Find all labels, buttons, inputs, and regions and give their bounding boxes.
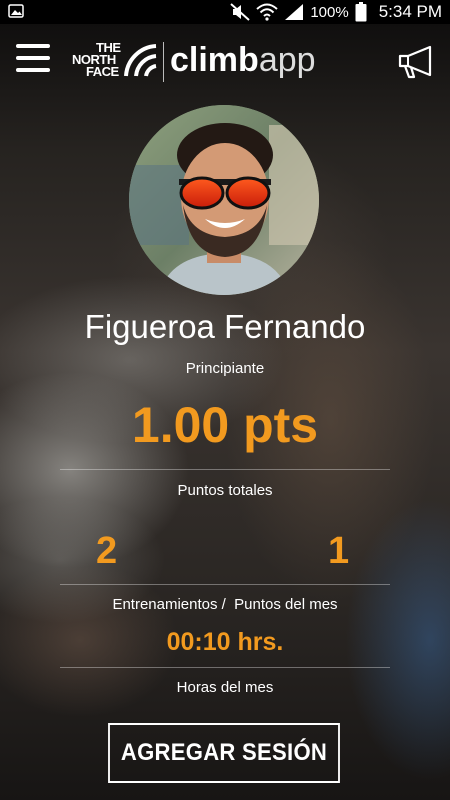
trainings-value: 2	[96, 530, 118, 572]
signal-icon	[284, 3, 304, 21]
month-hours-label: Horas del mes	[176, 679, 274, 696]
divider	[60, 667, 390, 668]
divider	[60, 584, 390, 585]
app-title-bold: climb	[170, 41, 259, 79]
month-hours-value: 00:10 hrs.	[166, 628, 284, 656]
app-bar: THE NORTH FACE climbapp	[0, 24, 450, 98]
user-name: Figueroa Fernando	[84, 308, 366, 345]
mute-icon	[230, 3, 250, 21]
battery-percent: 100%	[310, 3, 349, 21]
megaphone-icon[interactable]	[396, 44, 436, 80]
the-north-face-logo: THE NORTH FACE	[72, 40, 160, 84]
trainings-month-points-label: Entrenamientos / Puntos del mes	[112, 596, 338, 613]
logo-line-3: FACE	[86, 64, 119, 79]
wifi-icon	[256, 3, 278, 21]
total-points-label: Puntos totales	[177, 482, 273, 499]
hamburger-menu-icon[interactable]	[16, 44, 50, 78]
month-points-value: 1	[328, 530, 350, 572]
app-title: climbapp	[170, 40, 316, 80]
avatar	[129, 105, 319, 295]
gallery-icon	[8, 3, 24, 23]
divider	[60, 469, 390, 470]
status-bar: 100% 5:34 PM	[0, 0, 450, 24]
logo-divider	[163, 42, 164, 82]
app-title-light: app	[258, 41, 316, 79]
total-points-value: 1.00 pts	[131, 397, 319, 453]
add-session-button[interactable]: AGREGAR SESIÓN	[108, 723, 340, 783]
battery-icon	[355, 2, 367, 22]
user-level: Principiante	[185, 360, 265, 377]
clock: 5:34 PM	[378, 2, 442, 21]
